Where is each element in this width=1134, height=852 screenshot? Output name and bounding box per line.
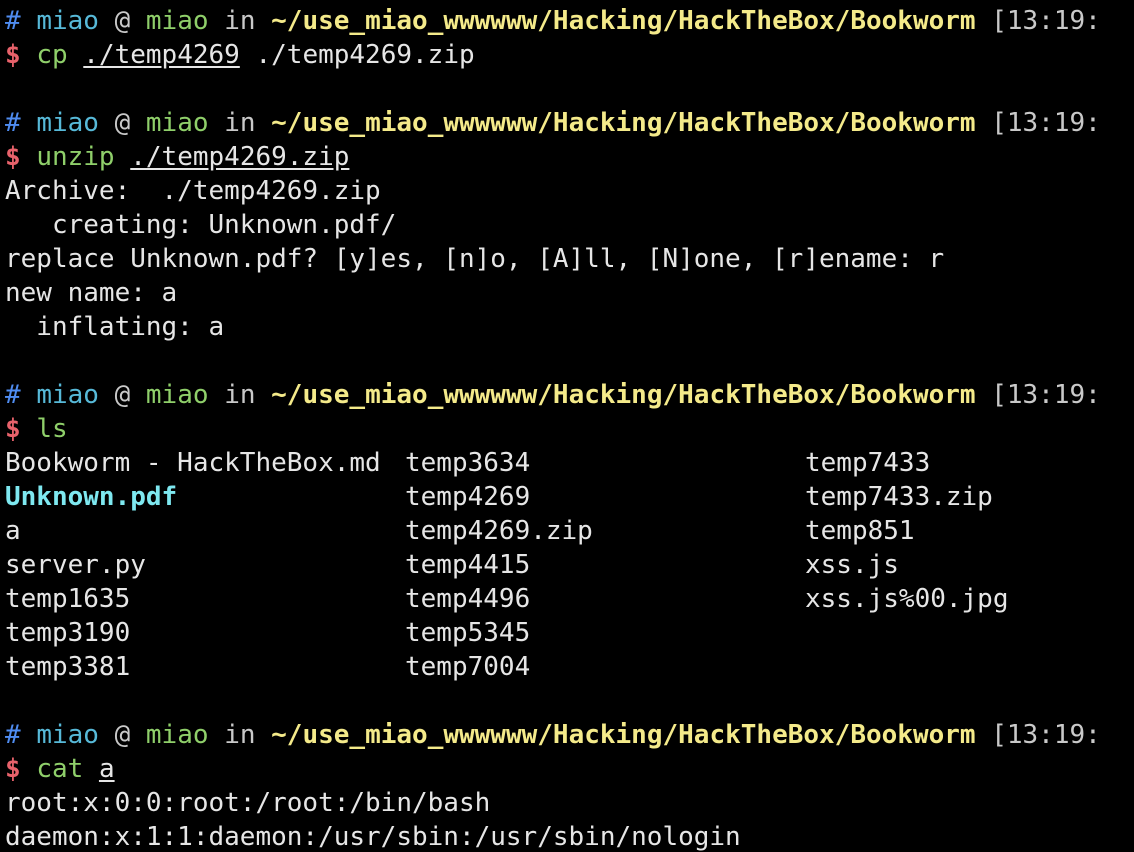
ls-entry: a [5, 516, 21, 546]
ls-entry: temp3634 [405, 448, 531, 478]
ls-entry: server.py [5, 550, 146, 580]
terminal-window[interactable]: # miao @ miao in ~/use_miao_wwwwww/Hacki… [5, 4, 1134, 852]
prompt-host: miao [145, 380, 209, 410]
prompt-path: ~/use_miao_wwwwww/Hacking/HackTheBox/Boo… [271, 6, 976, 36]
ls-entry: temp7433 [805, 448, 931, 478]
ls-entry: temp7433.zip [805, 482, 993, 512]
prompt-in: in [224, 6, 256, 36]
prompt-hash: # [5, 108, 21, 138]
output-line: creating: Unknown.pdf/ [5, 210, 397, 240]
ls-entry: temp4269 [405, 482, 531, 512]
prompt-line: # miao @ miao in ~/use_miao_wwwwww/Hacki… [5, 4, 1134, 38]
output-line: root:x:0:0:root:/root:/bin/bash [5, 788, 491, 818]
ls-entry: temp4496 [405, 584, 531, 614]
ls-entry: temp4269.zip [405, 516, 593, 546]
prompt-host: miao [145, 720, 209, 750]
output-line: Archive: ./temp4269.zip [5, 176, 381, 206]
prompt-hash: # [5, 720, 21, 750]
prompt-path: ~/use_miao_wwwwww/Hacking/HackTheBox/Boo… [271, 108, 976, 138]
prompt-time: [13:19: [991, 720, 1101, 750]
prompt-host: miao [145, 6, 209, 36]
command-line: $ unzip ./temp4269.zip [5, 140, 1134, 174]
prompt-in: in [224, 108, 256, 138]
prompt-dollar: $ [5, 40, 21, 70]
command-arg: ./temp4269.zip [255, 40, 475, 70]
prompt-time: [13:19: [991, 108, 1101, 138]
command-arg: ./temp4269.zip [130, 142, 350, 172]
output-line: inflating: a [5, 312, 225, 342]
command-arg: a [98, 754, 115, 784]
prompt-at: @ [114, 720, 131, 750]
prompt-line: # miao @ miao in ~/use_miao_wwwwww/Hacki… [5, 378, 1134, 412]
command-name: ls [36, 414, 68, 444]
ls-empty-cell [805, 650, 1125, 684]
prompt-path: ~/use_miao_wwwwww/Hacking/HackTheBox/Boo… [271, 380, 976, 410]
command-name: cat [36, 754, 84, 784]
prompt-in: in [224, 380, 256, 410]
ls-entry: xss.js%00.jpg [805, 584, 1009, 614]
prompt-user: miao [36, 720, 99, 750]
prompt-dollar: $ [5, 142, 21, 172]
ls-entry: temp7004 [405, 652, 531, 682]
prompt-hash: # [5, 380, 21, 410]
output-line: daemon:x:1:1:daemon:/usr/sbin:/usr/sbin/… [5, 822, 741, 852]
ls-empty-cell [805, 616, 1125, 650]
prompt-path: ~/use_miao_wwwwww/Hacking/HackTheBox/Boo… [271, 720, 976, 750]
prompt-at: @ [114, 380, 131, 410]
ls-entry-directory: Unknown.pdf [5, 482, 178, 512]
ls-entry: temp3190 [5, 618, 131, 648]
prompt-line: # miao @ miao in ~/use_miao_wwwwww/Hacki… [5, 106, 1134, 140]
command-line: $ ls [5, 412, 1134, 446]
ls-entry: temp5345 [405, 618, 531, 648]
command-arg: ./temp4269 [83, 40, 240, 70]
output-line: new name: a [5, 278, 178, 308]
prompt-hash: # [5, 6, 21, 36]
prompt-user: miao [36, 108, 99, 138]
ls-entry: xss.js [805, 550, 899, 580]
prompt-at: @ [114, 6, 131, 36]
prompt-user: miao [36, 6, 99, 36]
ls-entry: temp1635 [5, 584, 131, 614]
prompt-at: @ [114, 108, 131, 138]
command-name: cp [36, 40, 68, 70]
prompt-host: miao [145, 108, 209, 138]
ls-entry: temp851 [805, 516, 915, 546]
command-line: $ cat a [5, 752, 1134, 786]
prompt-dollar: $ [5, 414, 21, 444]
prompt-in: in [224, 720, 256, 750]
prompt-dollar: $ [5, 754, 21, 784]
prompt-user: miao [36, 380, 99, 410]
output-line: replace Unknown.pdf? [y]es, [n]o, [A]ll,… [5, 244, 945, 274]
ls-entry: temp3381 [5, 652, 131, 682]
ls-entry: Bookworm - HackTheBox.md [5, 448, 381, 478]
command-name: unzip [36, 142, 115, 172]
prompt-time: [13:19: [991, 6, 1101, 36]
prompt-time: [13:19: [991, 380, 1101, 410]
prompt-line: # miao @ miao in ~/use_miao_wwwwww/Hacki… [5, 718, 1134, 752]
ls-output: Bookworm - HackTheBox.md temp3634 temp7433… [5, 446, 1134, 684]
command-line: $ cp ./temp4269 ./temp4269.zip [5, 38, 1134, 72]
ls-entry: temp4415 [405, 550, 531, 580]
